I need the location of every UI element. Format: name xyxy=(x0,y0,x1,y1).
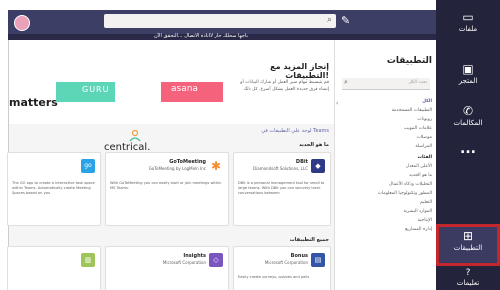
store-icon: ▣ xyxy=(462,62,474,76)
asana-logo: asana xyxy=(161,82,223,102)
app-card-publisher: GoToMeeting by LogMeIn Inc xyxy=(148,166,206,171)
rail-item-label: المكالمات xyxy=(453,119,483,127)
insights-icon: ◇ xyxy=(209,253,223,267)
app-card-gotomeeting[interactable]: ✱ GoToMeeting GoToMeeting by LogMeIn Inc… xyxy=(105,152,229,226)
app-card-dbit[interactable]: ◆ DBit Diamondsoft Solutions, LLC DBit i… xyxy=(233,152,331,226)
category-item[interactable]: التحليلات وذكاء الأعمال xyxy=(342,180,432,189)
app-card-description: The GO app to create a interactive task … xyxy=(12,181,95,195)
rail-item-label: ملفات xyxy=(458,25,478,33)
guru-logo: GURU xyxy=(56,82,115,102)
category-item[interactable]: الموارد البشرية xyxy=(342,207,432,216)
forms-icon: ▤ xyxy=(311,253,325,267)
hero-banner: matters GURU asana إنجاز المزيد مع التطب… xyxy=(9,40,334,124)
category-item[interactable]: إدارة المشاريع xyxy=(342,225,432,234)
category-item[interactable]: موصلات xyxy=(342,133,432,142)
rail-item-more[interactable]: ... xyxy=(436,142,500,156)
apps-pane-title: التطبيقات xyxy=(386,56,432,66)
app-card-name: DBit xyxy=(295,159,308,165)
rail-item-label: المتجر xyxy=(458,77,478,85)
avatar[interactable] xyxy=(14,15,30,31)
category-item[interactable]: روبوتات xyxy=(342,115,432,124)
main-content: matters GURU asana إنجاز المزيد مع التطب… xyxy=(7,40,438,290)
category-list: الكل التطبيقات المستخدمة روبوتات علامات الت… xyxy=(342,97,432,234)
apps-search-input[interactable]: ⌕ بحث الكل xyxy=(342,78,430,90)
app-card-third[interactable]: ▥ xyxy=(7,246,101,290)
category-item: الفئات xyxy=(417,155,432,160)
phone-icon: ✆ xyxy=(462,104,474,118)
apps-pane: التطبيقات ⌕ بحث الكل ‹ الكل التطبيقات الم… xyxy=(334,40,438,290)
app-card-publisher: Diamondsoft Solutions, LLC xyxy=(253,166,308,171)
app-card-name: Bonus xyxy=(290,253,308,259)
search-icon: ⌕ xyxy=(326,15,332,25)
category-item[interactable]: المراسلة xyxy=(342,142,432,151)
title-bar: ⌕ ✎ xyxy=(8,10,436,34)
rail-item-label: تعليمات xyxy=(456,279,480,287)
dbit-icon: ◆ xyxy=(311,159,325,173)
app-card-name: GoToMeeting xyxy=(169,159,206,165)
app-card-description: DBit is a personal management tool for s… xyxy=(238,181,325,195)
app-card-forms[interactable]: ▤ Bonus Microsoft Corporation Easily cre… xyxy=(233,246,331,290)
app-card-publisher: Microsoft Corporation xyxy=(264,260,308,265)
rail-item-files[interactable]: ▭ ملفات xyxy=(436,10,500,34)
category-item[interactable]: الكل xyxy=(342,97,432,106)
gotomeeting-icon: ✱ xyxy=(209,159,223,173)
category-item[interactable]: التطبيقات المستخدمة xyxy=(342,106,432,115)
app-card-name: Insights xyxy=(183,253,206,259)
category-item[interactable]: المطور وتكنولوجيا المعلومات xyxy=(342,189,432,198)
help-icon: ? xyxy=(465,268,471,278)
asana-logo-text: asana xyxy=(171,84,198,94)
guru-logo-text: GURU xyxy=(82,85,110,94)
section-new-title: ما هو الجديد xyxy=(299,142,329,148)
hero-link[interactable]: لوحة علي التطبيقات في Teams xyxy=(229,128,329,134)
centrical-logo-icon xyxy=(129,130,141,142)
category-item[interactable]: علامات التبويب xyxy=(342,124,432,133)
hero-description: قم بتبسيط مهام سير العمل أو شارك البيانا… xyxy=(240,80,329,92)
app-card-description: With GoToMeeting you can easily start or… xyxy=(110,181,222,190)
category-item[interactable]: الإنتاجية xyxy=(342,216,432,225)
apps-search-placeholder: بحث الكل xyxy=(408,80,427,85)
app-card-go[interactable]: go The GO app to create a interactive ta… xyxy=(7,152,101,226)
matters-logo-text: matters xyxy=(9,96,58,109)
app-card-insights[interactable]: ◇ Insights Microsoft Corporation xyxy=(105,246,229,290)
compose-icon[interactable]: ✎ xyxy=(341,14,350,27)
app-card-description: Easily create surveys, quizzes and polls xyxy=(238,275,310,279)
go-icon: go xyxy=(81,159,95,173)
centrical-logo: centrical. xyxy=(104,130,166,154)
more-icon: ... xyxy=(460,141,476,157)
rail-item-help[interactable]: ? تعليمات xyxy=(436,268,500,288)
section-all-title: جميع التطبيقات xyxy=(289,237,329,243)
notification-text: باجها سحلك حار لاانادة الاتصال ...التحقق… xyxy=(154,33,248,39)
matters-logo: matters xyxy=(9,93,58,116)
rail-item-calls[interactable]: ✆ المكالمات xyxy=(436,104,500,128)
chevron-left-icon: ‹ xyxy=(336,100,339,107)
hero-title: إنجاز المزيد مع التطبيقات! xyxy=(270,62,329,80)
app-icon: ▥ xyxy=(81,253,95,267)
search-icon: ⌕ xyxy=(344,78,348,86)
rail-item-store[interactable]: ▣ المتجر xyxy=(436,62,500,86)
category-item[interactable]: الأعلى المعدل xyxy=(342,162,432,171)
category-item[interactable]: ما هو الجديد xyxy=(342,171,432,180)
teams-window: ⌕ ✎ باجها سحلك حار لاانادة الاتصال ...ال… xyxy=(0,0,500,290)
category-item[interactable]: التعليم xyxy=(342,198,432,207)
files-icon: ▭ xyxy=(462,10,474,24)
apps-highlight-box xyxy=(436,224,500,266)
search-input[interactable]: ⌕ xyxy=(104,14,336,28)
app-card-publisher: Microsoft Corporation xyxy=(162,260,206,265)
